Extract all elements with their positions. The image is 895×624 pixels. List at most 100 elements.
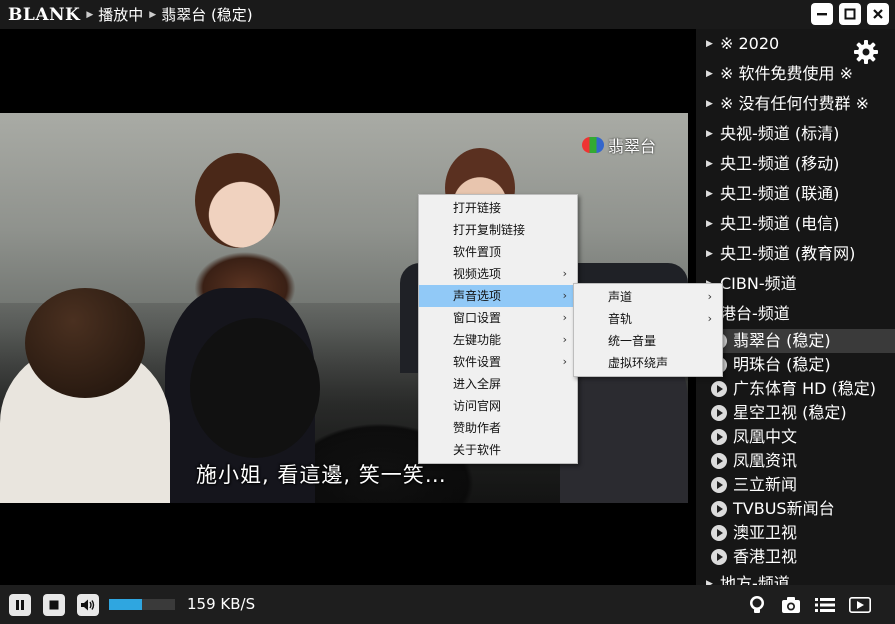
channel-group[interactable]: ▶ 央卫-频道 (联通) xyxy=(696,179,895,209)
channel-group[interactable]: ▶ ※ 没有任何付费群 ※ xyxy=(696,89,895,119)
channel-group[interactable]: ▶ CIBN-频道 xyxy=(696,269,895,299)
menu-item-fullscreen[interactable]: 进入全屏 xyxy=(419,373,577,395)
menu-item-sound-options[interactable]: 声音选项 › xyxy=(419,285,577,307)
download-speed: 159 KB/S xyxy=(187,595,256,613)
channel-item[interactable]: 澳亚卫视 xyxy=(696,521,895,545)
submenu-arrow-icon: › xyxy=(562,289,567,302)
menu-item-label: 统一音量 xyxy=(608,334,657,348)
menu-item-always-on-top[interactable]: 软件置顶 xyxy=(419,241,577,263)
channel-group[interactable]: ▶ ※ 软件免费使用 ※ xyxy=(696,59,895,89)
expand-triangle-icon: ▶ xyxy=(706,69,713,79)
channel-label: 香港卫视 xyxy=(733,547,798,566)
channel-watermark: 翡翠台 xyxy=(581,133,656,157)
menu-item-label: 打开复制链接 xyxy=(453,223,526,237)
menu-item-left-click-action[interactable]: 左键功能 › xyxy=(419,329,577,351)
playlist-icon xyxy=(815,598,835,612)
volume-slider-fill xyxy=(109,599,142,610)
sound-submenu: 声道 › 音轨 › 统一音量 虚拟环绕声 xyxy=(573,283,723,377)
pause-button[interactable] xyxy=(9,594,31,616)
channel-label: 星空卫视 (稳定) xyxy=(733,403,847,422)
menu-item-open-copied-link[interactable]: 打开复制链接 xyxy=(419,219,577,241)
menu-item-label: 软件置顶 xyxy=(453,245,502,259)
menu-item-normalize-volume[interactable]: 统一音量 xyxy=(574,330,722,352)
stop-icon xyxy=(49,600,59,610)
channel-label: 明珠台 (稳定) xyxy=(733,355,831,374)
submenu-arrow-icon: › xyxy=(562,267,567,280)
stop-button[interactable] xyxy=(43,594,65,616)
expand-triangle-icon: ▶ xyxy=(706,219,713,229)
app-logo: BLANK xyxy=(8,4,81,25)
minimize-button[interactable] xyxy=(811,3,833,25)
channel-label: TVBUS新闻台 xyxy=(733,499,835,518)
channel-group[interactable]: ▶ 央视-频道 (标清) xyxy=(696,119,895,149)
video-scene-head xyxy=(190,318,320,458)
channel-group[interactable]: ▶ 央卫-频道 (移动) xyxy=(696,149,895,179)
submenu-arrow-icon: › xyxy=(562,333,567,346)
channel-group-label: ※ 没有任何付费群 ※ xyxy=(720,94,869,113)
channel-group-label: 央视-频道 (标清) xyxy=(720,124,840,143)
menu-item-open-link[interactable]: 打开链接 xyxy=(419,197,577,219)
lightbulb-button[interactable] xyxy=(746,594,768,616)
menu-item-label: 赞助作者 xyxy=(453,421,502,435)
playlist-button[interactable] xyxy=(814,594,836,616)
channel-group-expanded[interactable]: ▼ 港台-频道 xyxy=(696,299,895,329)
channel-group-label: 央卫-频道 (电信) xyxy=(720,214,840,233)
channel-item[interactable]: 三立新闻 xyxy=(696,473,895,497)
channel-label: 三立新闻 xyxy=(733,475,798,494)
menu-item-software-settings[interactable]: 软件设置 › xyxy=(419,351,577,373)
lightbulb-icon xyxy=(750,596,764,613)
channel-label: 翡翠台 (稳定) xyxy=(733,331,831,350)
channel-item[interactable]: 星空卫视 (稳定) xyxy=(696,401,895,425)
menu-item-visit-website[interactable]: 访问官网 xyxy=(419,395,577,417)
channel-item[interactable]: 凤凰资讯 xyxy=(696,449,895,473)
menu-item-label: 音轨 xyxy=(608,312,633,326)
channel-group[interactable]: ▶ 地方-频道 xyxy=(696,569,895,585)
video-scene-head xyxy=(25,288,145,398)
expand-triangle-icon: ▶ xyxy=(706,249,713,259)
volume-slider[interactable] xyxy=(109,599,175,610)
menu-item-audio-track[interactable]: 音轨 › xyxy=(574,308,722,330)
channel-item[interactable]: 广东体育 HD (稳定) xyxy=(696,377,895,401)
menu-item-sponsor-author[interactable]: 赞助作者 xyxy=(419,417,577,439)
context-menu: 打开链接 打开复制链接 软件置顶 视频选项 › 声音选项 › 窗口设置 › 左键功能 ›… xyxy=(418,194,578,464)
channel-watermark-text: 翡翠台 xyxy=(607,137,656,156)
play-circle-icon xyxy=(711,405,727,421)
menu-item-label: 虚拟环绕声 xyxy=(608,356,669,370)
play-circle-icon xyxy=(711,381,727,397)
minimize-icon xyxy=(817,13,827,16)
channel-item[interactable]: 香港卫视 xyxy=(696,545,895,569)
volume-button[interactable] xyxy=(77,594,99,616)
channel-item-active[interactable]: 翡翠台 (稳定) xyxy=(696,329,895,353)
channel-group[interactable]: ▶ ※ 2020 xyxy=(696,29,895,59)
menu-item-label: 访问官网 xyxy=(453,399,502,413)
close-button[interactable] xyxy=(867,3,889,25)
menu-item-label: 声音选项 xyxy=(453,289,502,303)
submenu-arrow-icon: › xyxy=(707,290,712,303)
menu-item-window-settings[interactable]: 窗口设置 › xyxy=(419,307,577,329)
expand-triangle-icon: ▶ xyxy=(706,579,713,585)
channel-item[interactable]: 明珠台 (稳定) xyxy=(696,353,895,377)
play-circle-icon xyxy=(711,477,727,493)
screenshot-button[interactable] xyxy=(780,594,802,616)
play-circle-icon xyxy=(711,453,727,469)
video-scene-head xyxy=(195,153,280,248)
menu-item-virtual-surround[interactable]: 虚拟环绕声 xyxy=(574,352,722,374)
play-circle-icon xyxy=(711,501,727,517)
channel-group[interactable]: ▶ 央卫-频道 (教育网) xyxy=(696,239,895,269)
volume-icon xyxy=(81,599,95,611)
menu-item-video-options[interactable]: 视频选项 › xyxy=(419,263,577,285)
channel-group[interactable]: ▶ 央卫-频道 (电信) xyxy=(696,209,895,239)
channel-group-label: ※ 2020 xyxy=(720,34,780,53)
menu-item-about[interactable]: 关于软件 xyxy=(419,439,577,461)
channel-label: 凤凰中文 xyxy=(733,427,798,446)
play-next-button[interactable] xyxy=(848,594,872,616)
channel-group-label: CIBN-频道 xyxy=(720,274,797,293)
expand-triangle-icon: ▶ xyxy=(706,189,713,199)
breadcrumb-channel: 翡翠台 (稳定) xyxy=(161,6,253,24)
channel-group-label: 地方-频道 xyxy=(720,574,790,585)
menu-item-channels[interactable]: 声道 › xyxy=(574,286,722,308)
channel-item[interactable]: 凤凰中文 xyxy=(696,425,895,449)
maximize-button[interactable] xyxy=(839,3,861,25)
play-circle-icon xyxy=(711,429,727,445)
channel-item[interactable]: TVBUS新闻台 xyxy=(696,497,895,521)
